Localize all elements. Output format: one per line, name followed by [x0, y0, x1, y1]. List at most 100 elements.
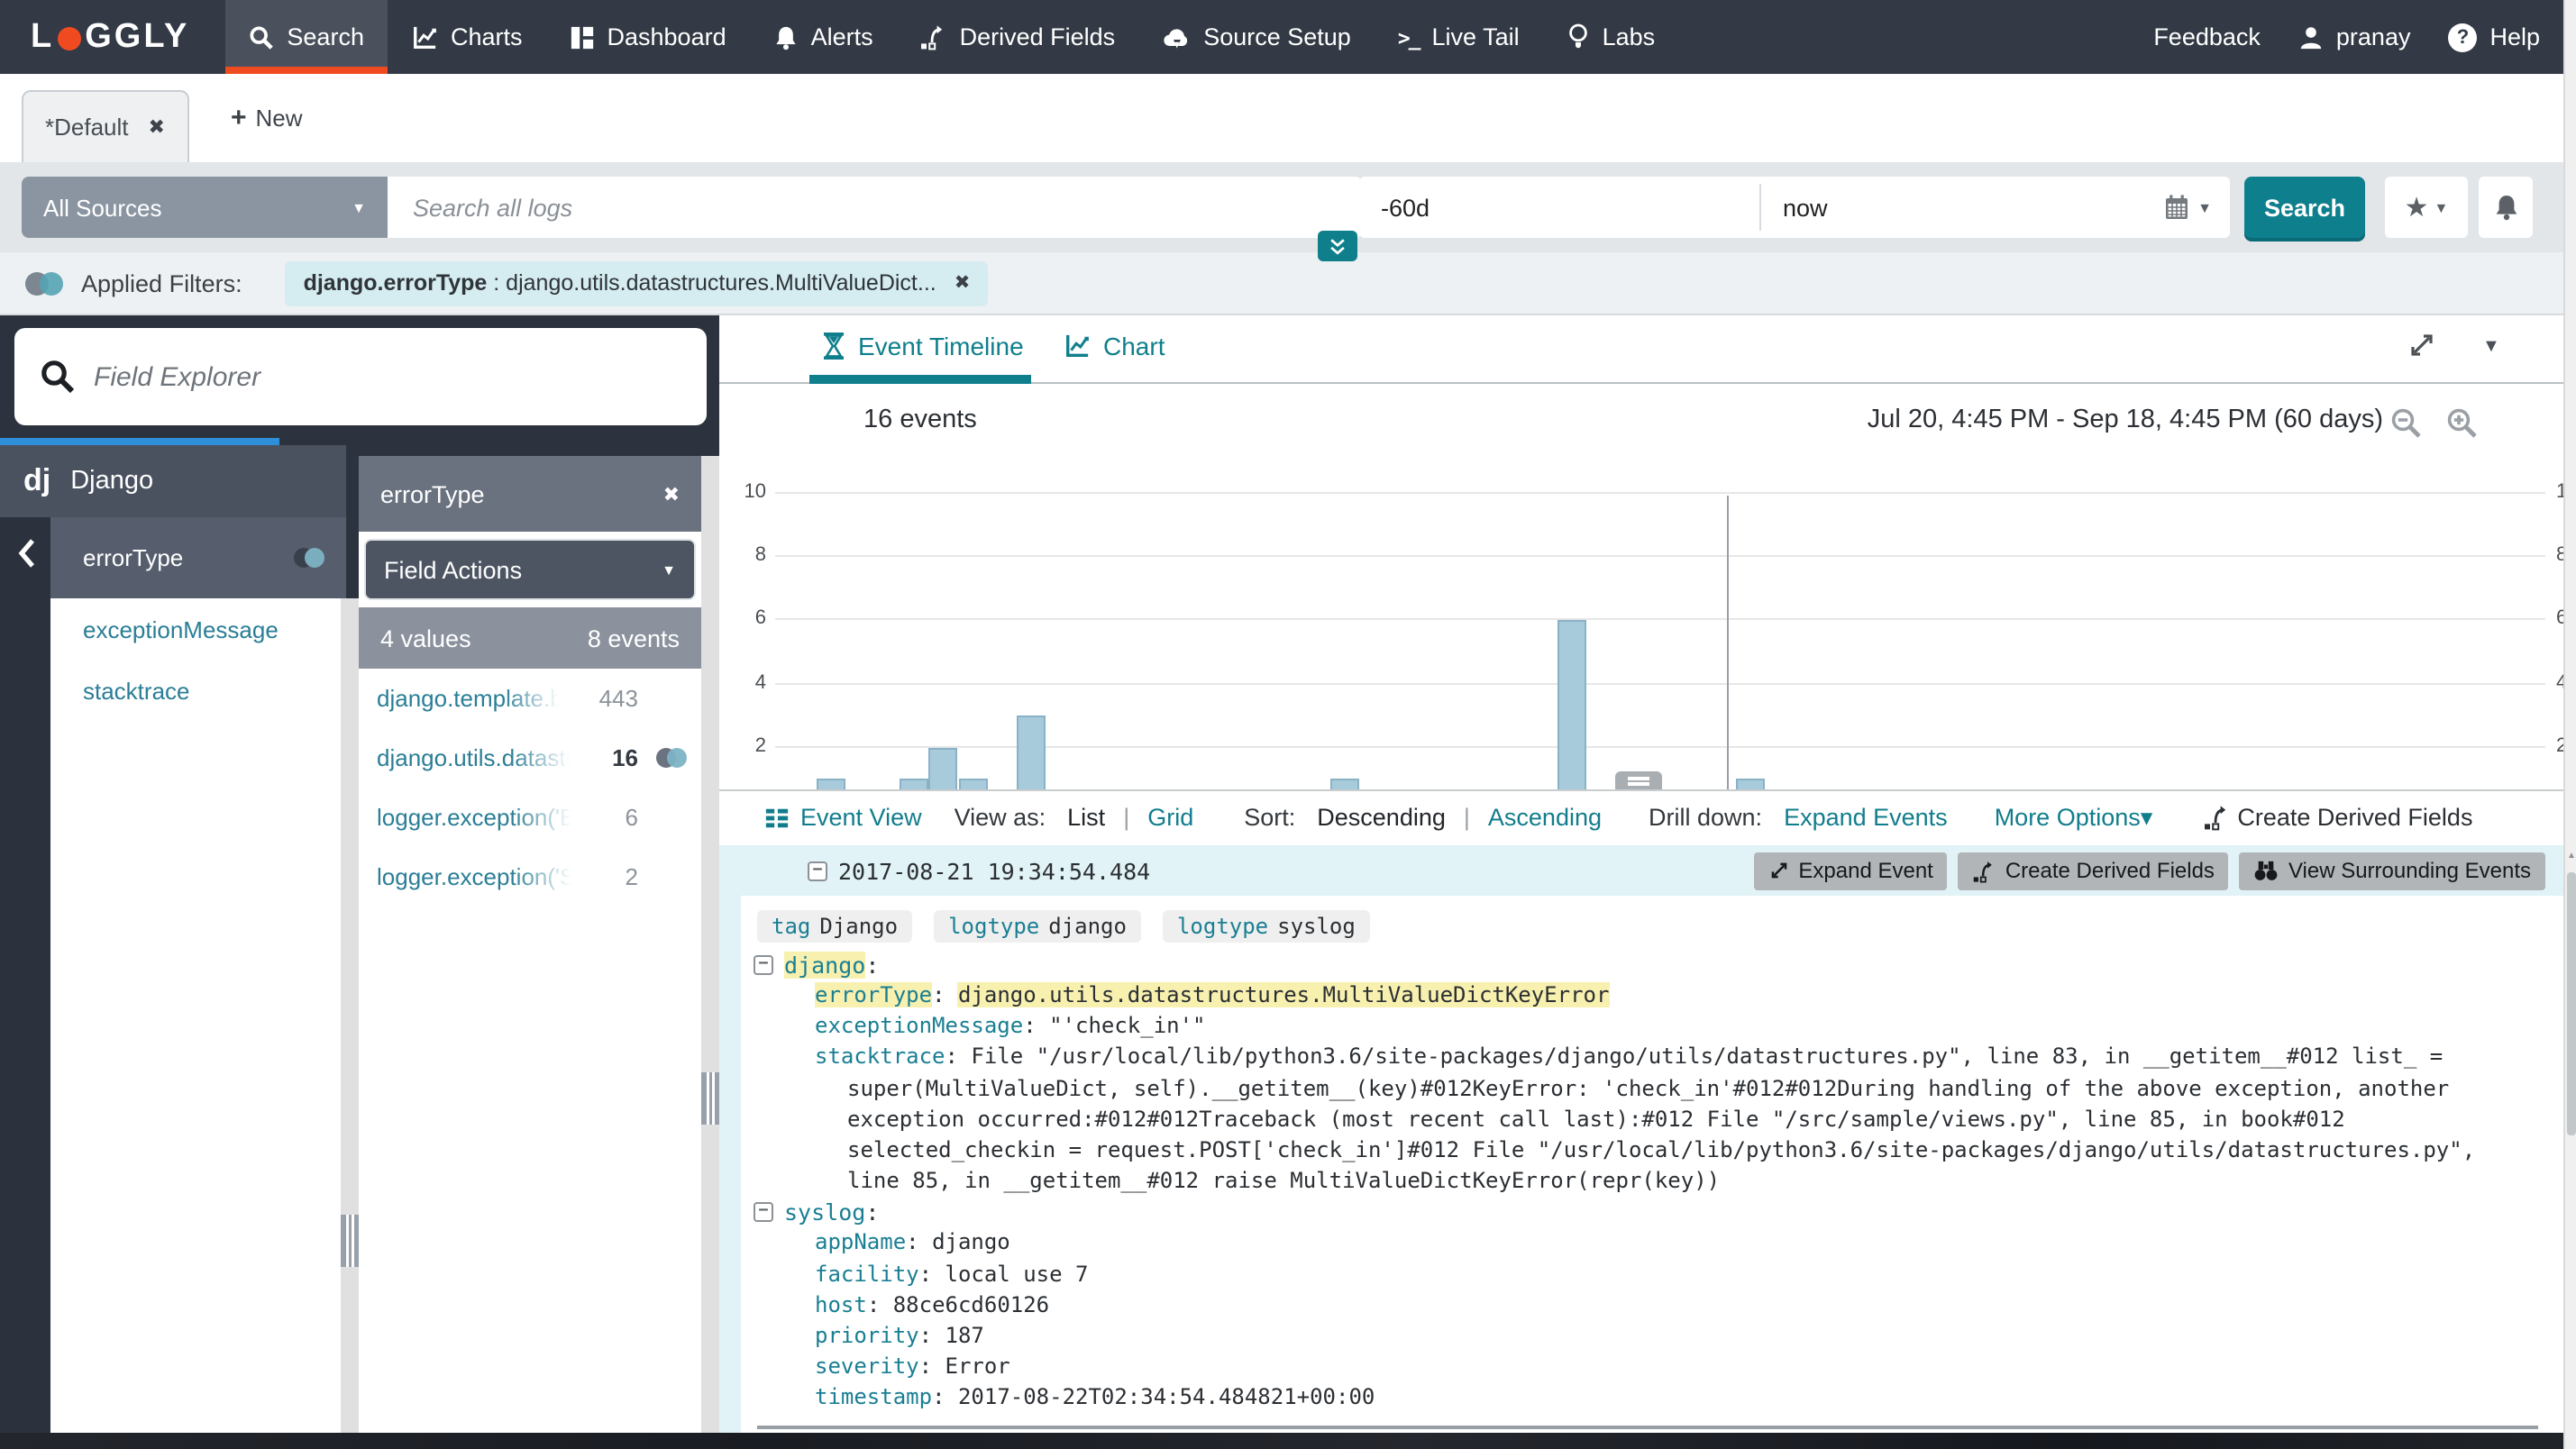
nav-item-label: Live Tail: [1431, 23, 1520, 50]
django-section-header[interactable]: django:: [754, 950, 2563, 980]
field-actions-dropdown[interactable]: Field Actions ▼: [364, 539, 696, 600]
sidebar-collapse-column[interactable]: [0, 517, 50, 1433]
gridline: [775, 555, 2545, 558]
time-to-input[interactable]: [1761, 186, 2161, 229]
sidebar-field-stacktrace[interactable]: stacktrace: [50, 660, 341, 721]
help-menu[interactable]: ? Help: [2441, 23, 2547, 51]
tab-chart[interactable]: Chart: [1064, 332, 1165, 360]
view-list-option[interactable]: List: [1067, 804, 1105, 831]
zoom-in-icon[interactable]: [2446, 407, 2479, 440]
filter-chip-field: django.errorType: [303, 270, 488, 296]
nav-item-dashboard[interactable]: Dashboard: [546, 0, 750, 74]
fields-scrollbar-thumb[interactable]: [341, 1215, 359, 1267]
value-count: 443: [598, 685, 638, 712]
tab-default[interactable]: *Default ✖: [22, 90, 189, 162]
sources-dropdown[interactable]: All Sources ▼: [22, 177, 388, 238]
expand-query-button[interactable]: [1318, 231, 1357, 261]
tag-value: Django: [819, 914, 899, 939]
value-row[interactable]: django.template.b 443: [359, 669, 701, 728]
user-icon: [2298, 24, 2324, 50]
chart-area: 16 events Jul 20, 4:45 PM - Sep 18, 4:45…: [719, 384, 2576, 840]
collapse-event-icon[interactable]: [808, 861, 827, 880]
tag-pill[interactable]: logtype syslog: [1162, 910, 1370, 943]
nav-item-source-setup[interactable]: Source Setup: [1138, 0, 1375, 74]
event-view-button[interactable]: Event View: [764, 804, 922, 831]
filter-remove-icon[interactable]: ✖: [955, 272, 971, 294]
binoculars-icon: [2255, 861, 2279, 880]
exceptionmessage-field: exceptionMessage: "'check_in'": [815, 1013, 1206, 1039]
scrollbar-thumb[interactable]: [2567, 872, 2576, 1135]
field-explorer-sidebar: dj Django errorType exceptionMessage sta…: [0, 315, 719, 1433]
syslog-section-header[interactable]: syslog:: [754, 1198, 2563, 1228]
collapse-section-icon[interactable]: [754, 955, 773, 975]
alert-bell-button[interactable]: [2479, 177, 2533, 238]
plus-icon: +: [231, 103, 247, 133]
sidebar-field-exceptionmessage[interactable]: exceptionMessage: [50, 598, 341, 660]
user-menu[interactable]: pranay: [2291, 23, 2418, 50]
help-icon: ?: [2448, 23, 2478, 51]
value-row-selected[interactable]: django.utils.datastr 16: [359, 728, 701, 788]
expand-event-label: Expand Event: [1798, 858, 1933, 883]
terminal-icon: >_: [1397, 24, 1421, 50]
syslog-field: priority: 187: [815, 1323, 984, 1349]
values-count: 4 values: [380, 624, 471, 652]
saved-searches-button[interactable]: ★ ▼: [2385, 177, 2468, 238]
field-explorer-search[interactable]: [14, 328, 707, 425]
tag-key: logtype: [1176, 914, 1269, 939]
close-icon[interactable]: ✖: [663, 482, 680, 506]
value-count: 2: [625, 863, 638, 890]
expand-events-link[interactable]: Expand Events: [1784, 804, 1948, 831]
tab-event-timeline[interactable]: Event Timeline: [822, 332, 1024, 360]
sidebar-field-errortype[interactable]: errorType: [50, 517, 346, 598]
drill-down-label: Drill down:: [1649, 804, 1763, 831]
dashboard-icon: [570, 24, 595, 50]
chart-bar[interactable]: [1557, 620, 1587, 811]
values-scrollbar-track[interactable]: [701, 456, 719, 1433]
view-grid-option[interactable]: Grid: [1147, 804, 1193, 831]
tab-close-icon[interactable]: ✖: [149, 115, 165, 139]
create-derived-fields-button[interactable]: Create Derived Fields: [1958, 852, 2229, 889]
nav-item-derived-fields[interactable]: Derived Fields: [897, 0, 1139, 74]
tag-pill[interactable]: tag Django: [757, 910, 913, 943]
create-derived-fields-link[interactable]: Create Derived Fields: [2203, 804, 2472, 831]
tag-pill[interactable]: logtype django: [934, 910, 1141, 943]
new-tab-button[interactable]: + New: [231, 103, 303, 133]
nav-item-alerts[interactable]: Alerts: [750, 0, 897, 74]
view-as-label: View as:: [954, 804, 1046, 831]
value-name: django.utils.datastr: [377, 744, 574, 771]
values-scrollbar-thumb[interactable]: [701, 1072, 719, 1125]
page-scrollbar[interactable]: ▲: [2563, 0, 2576, 1449]
nav-item-search[interactable]: Search: [225, 0, 388, 74]
calendar-picker-button[interactable]: ▼: [2163, 193, 2230, 222]
view-surrounding-events-button[interactable]: View Surrounding Events: [2239, 852, 2545, 889]
filter-venn-icon: [656, 748, 687, 768]
value-row[interactable]: logger.exception('Bo 6: [359, 788, 701, 847]
event-header[interactable]: 2017-08-21 19:34:54.484 Expand Event Cre…: [719, 845, 2563, 896]
nav-item-live-tail[interactable]: >_ Live Tail: [1375, 0, 1543, 74]
line-chart-icon: [411, 24, 438, 50]
field-explorer-input[interactable]: [94, 361, 635, 392]
filter-chip[interactable]: django.errorType : django.utils.datastru…: [285, 260, 989, 305]
sort-ascending-option[interactable]: Ascending: [1488, 804, 1602, 831]
nav-item-labs[interactable]: Labs: [1543, 0, 1679, 74]
time-from-input[interactable]: [1359, 186, 1759, 229]
field-group-django[interactable]: dj Django: [0, 445, 346, 517]
fullscreen-icon[interactable]: [2407, 330, 2437, 360]
feedback-link[interactable]: Feedback: [2146, 23, 2268, 50]
collapse-section-icon[interactable]: [754, 1202, 773, 1223]
loggly-logo[interactable]: L GGLY: [0, 0, 225, 74]
calendar-icon: [2166, 195, 2188, 219]
more-options-dropdown[interactable]: More Options▾: [1995, 803, 2153, 832]
value-row[interactable]: logger.exception('Si 2: [359, 847, 701, 907]
collapse-chart-icon[interactable]: ▼: [2482, 337, 2500, 357]
sort-descending-option[interactable]: Descending: [1317, 804, 1446, 831]
resize-handle[interactable]: [1615, 771, 1662, 789]
expand-event-button[interactable]: Expand Event: [1753, 852, 1948, 889]
derived-fields-icon: [2205, 806, 2226, 831]
search-button[interactable]: Search: [2244, 177, 2365, 238]
zoom-out-icon[interactable]: [2390, 407, 2423, 440]
nav-item-charts[interactable]: Charts: [388, 0, 546, 74]
search-query-input[interactable]: [388, 177, 1361, 238]
fields-scrollbar-track[interactable]: [341, 598, 359, 1433]
scrollbar-up-arrow[interactable]: ▲: [2565, 851, 2576, 861]
